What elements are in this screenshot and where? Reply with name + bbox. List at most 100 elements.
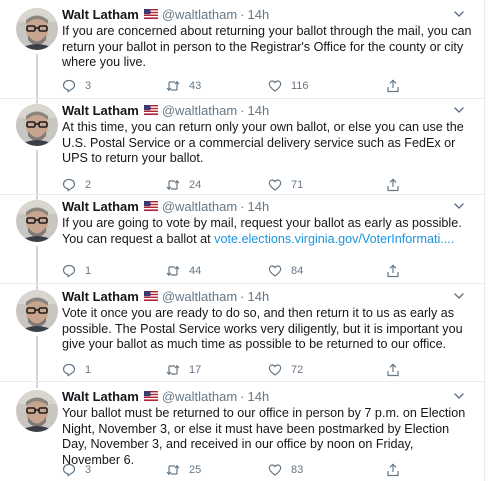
retweet-icon xyxy=(166,179,180,191)
avatar-column xyxy=(16,200,58,242)
us-flag-icon xyxy=(143,391,158,401)
retweet-count: 24 xyxy=(189,179,202,191)
author-name[interactable]: Walt Latham xyxy=(62,199,139,214)
tweet-timestamp[interactable]: 14h xyxy=(248,7,270,22)
tweet-text-body: Vote it once you are ready to do so, and… xyxy=(62,306,467,352)
us-flag-icon xyxy=(143,201,158,211)
reply-icon xyxy=(62,79,76,93)
heart-icon xyxy=(268,464,282,476)
us-flag-icon xyxy=(143,105,158,115)
tweet-header: Walt Latham @waltlatham · 14h xyxy=(62,4,472,24)
us-flag-icon xyxy=(143,291,158,301)
retweet-button[interactable]: 43 xyxy=(166,78,201,94)
author-name[interactable]: Walt Latham xyxy=(62,389,139,404)
reply-icon xyxy=(62,178,76,192)
author-handle[interactable]: @waltlatham xyxy=(162,289,237,304)
share-button[interactable] xyxy=(386,462,400,478)
avatar[interactable] xyxy=(16,104,58,146)
retweet-count: 43 xyxy=(189,80,202,92)
like-count: 83 xyxy=(291,464,304,476)
heart-icon xyxy=(268,179,282,191)
like-button[interactable]: 71 xyxy=(268,177,303,193)
retweet-button[interactable]: 17 xyxy=(166,362,201,378)
tweet-timestamp[interactable]: 14h xyxy=(248,103,270,118)
like-count: 116 xyxy=(291,80,309,92)
avatar-column xyxy=(16,290,58,332)
reply-button[interactable]: 1 xyxy=(62,362,91,378)
chevron-down-icon[interactable] xyxy=(452,7,466,21)
heart-icon xyxy=(268,364,282,376)
share-button[interactable] xyxy=(386,78,400,94)
tweet-timestamp[interactable]: 14h xyxy=(248,289,270,304)
retweet-button[interactable]: 25 xyxy=(166,462,201,478)
avatar[interactable] xyxy=(16,200,58,242)
reply-count: 2 xyxy=(85,179,92,191)
retweet-button[interactable]: 44 xyxy=(166,263,201,279)
tweet-header: Walt Latham @waltlatham · 14h xyxy=(62,386,472,406)
author-handle[interactable]: @waltlatham xyxy=(162,103,237,118)
tweet-text: At this time, you can return only your o… xyxy=(62,120,472,167)
like-count: 72 xyxy=(291,364,304,376)
tweet-actions: 3 43 116 xyxy=(62,78,442,94)
author-name[interactable]: Walt Latham xyxy=(62,289,139,304)
tweet-content: Walt Latham @waltlatham · 14h Vote it on… xyxy=(62,286,472,377)
reply-count: 3 xyxy=(85,80,92,92)
tweet-timestamp[interactable]: 14h xyxy=(248,199,270,214)
reply-count: 1 xyxy=(85,265,92,277)
reply-button[interactable]: 3 xyxy=(62,462,91,478)
retweet-count: 17 xyxy=(189,364,202,376)
avatar[interactable] xyxy=(16,390,58,432)
reply-button[interactable]: 2 xyxy=(62,177,91,193)
like-button[interactable]: 84 xyxy=(268,263,303,279)
tweet-text-body: Your ballot must be returned to our offi… xyxy=(62,406,469,467)
tweet-timestamp[interactable]: 14h xyxy=(248,389,270,404)
tweet[interactable]: Walt Latham @waltlatham · 14h If you are… xyxy=(0,196,484,290)
avatar[interactable] xyxy=(16,290,58,332)
tweet-actions: 1 44 84 xyxy=(62,263,442,279)
tweet-text: If you are concerned about returning you… xyxy=(62,24,472,71)
share-button[interactable] xyxy=(386,362,400,378)
retweet-button[interactable]: 24 xyxy=(166,177,201,193)
author-handle[interactable]: @waltlatham xyxy=(162,389,237,404)
reply-button[interactable]: 1 xyxy=(62,263,91,279)
reply-count: 3 xyxy=(85,464,92,476)
like-button[interactable]: 72 xyxy=(268,362,303,378)
tweet-thread: Walt Latham @waltlatham · 14h If you are… xyxy=(0,0,485,481)
tweet-divider xyxy=(0,98,484,99)
avatar[interactable] xyxy=(16,8,58,50)
author-handle[interactable]: @waltlatham xyxy=(162,7,237,22)
share-icon xyxy=(387,363,399,377)
retweet-count: 25 xyxy=(189,464,202,476)
tweet-content: Walt Latham @waltlatham · 14h Your ballo… xyxy=(62,386,472,477)
reply-button[interactable]: 3 xyxy=(62,78,91,94)
separator-dot: · xyxy=(240,388,245,404)
tweet[interactable]: Walt Latham @waltlatham · 14h At this ti… xyxy=(0,100,484,201)
author-name[interactable]: Walt Latham xyxy=(62,103,139,118)
tweet-actions: 1 17 72 xyxy=(62,362,442,378)
share-icon xyxy=(387,264,399,278)
tweet-link[interactable]: vote.elections.virginia.gov/VoterInforma… xyxy=(214,232,454,246)
tweet-text: If you are going to vote by mail, reques… xyxy=(62,216,472,247)
heart-icon xyxy=(268,265,282,277)
avatar-column xyxy=(16,8,58,50)
retweet-icon xyxy=(166,265,180,277)
author-name[interactable]: Walt Latham xyxy=(62,7,139,22)
like-button[interactable]: 116 xyxy=(268,78,309,94)
share-button[interactable] xyxy=(386,177,400,193)
reply-icon xyxy=(62,264,76,278)
chevron-down-icon[interactable] xyxy=(452,389,466,403)
tweet-divider xyxy=(0,283,484,284)
chevron-down-icon[interactable] xyxy=(452,199,466,213)
tweet[interactable]: Walt Latham @waltlatham · 14h If you are… xyxy=(0,4,484,105)
tweet[interactable]: Walt Latham @waltlatham · 14h Vote it on… xyxy=(0,286,484,388)
chevron-down-icon[interactable] xyxy=(452,289,466,303)
like-button[interactable]: 83 xyxy=(268,462,303,478)
share-button[interactable] xyxy=(386,263,400,279)
author-handle[interactable]: @waltlatham xyxy=(162,199,237,214)
heart-icon xyxy=(268,80,282,92)
tweet[interactable]: Walt Latham @waltlatham · 14h Your ballo… xyxy=(0,386,484,481)
reply-count: 1 xyxy=(85,364,92,376)
share-icon xyxy=(387,178,399,192)
chevron-down-icon[interactable] xyxy=(452,103,466,117)
tweet-header: Walt Latham @waltlatham · 14h xyxy=(62,286,472,306)
